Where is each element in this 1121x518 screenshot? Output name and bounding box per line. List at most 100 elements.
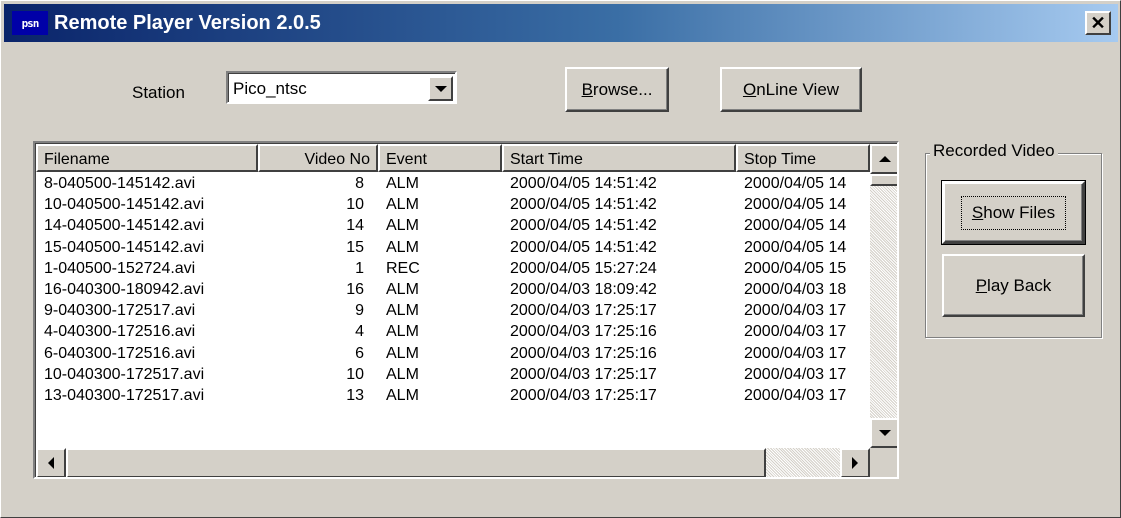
table-row[interactable]: 15-040500-145142.avi 15 ALM 2000/04/05 14:5… (36, 237, 870, 258)
station-label: Station (132, 83, 185, 102)
table-cell: 2000/04/03 17 (744, 302, 847, 320)
scroll-left-button[interactable] (36, 448, 66, 477)
table-cell: ALM (386, 175, 419, 192)
table-cell: 6 (355, 344, 364, 362)
table-cell: 4-040300-172516.avi (44, 323, 196, 341)
table-row[interactable]: 14-040500-145142.avi 14 ALM 2000/04/05 14:5… (36, 215, 870, 236)
list-rows: 8-040500-145142.avi 8 ALM 2000/04/05 14:51:… (36, 173, 870, 406)
column-header-video-no[interactable]: Video No (258, 144, 378, 172)
table-cell: ALM (386, 196, 419, 214)
main-window: psn Remote Player Version 2.0.5 ✕ Statio… (0, 0, 1121, 518)
column-header-event[interactable]: Event (378, 144, 502, 172)
close-button[interactable]: ✕ (1085, 11, 1111, 35)
scroll-right-button[interactable] (840, 448, 870, 477)
window-title: Remote Player Version 2.0.5 (54, 11, 321, 34)
table-cell: 2000/04/05 14 (744, 175, 847, 192)
table-cell: 8-040500-145142.avi (44, 175, 196, 192)
scroll-down-button[interactable] (870, 418, 897, 448)
table-cell: 2000/04/05 14:51:42 (510, 175, 657, 192)
table-row[interactable]: 16-040300-180942.avi 16 ALM 2000/04/03 18:0… (36, 279, 870, 300)
table-cell: 15-040500-145142.avi (44, 238, 205, 256)
table-cell: 2000/04/03 18 (744, 280, 847, 298)
table-cell: 1 (355, 259, 364, 277)
table-cell: 9-040300-172517.avi (44, 302, 196, 320)
table-cell: 2000/04/03 17:25:16 (510, 323, 657, 341)
table-cell: 10-040300-172517.avi (44, 365, 205, 383)
table-row[interactable]: 1-040500-152724.avi 1 REC 2000/04/05 15:27:… (36, 258, 870, 279)
show-files-button[interactable]: Show Files (941, 180, 1086, 245)
recorded-files-list[interactable]: Filename Video No Event Start Time Stop … (33, 141, 899, 479)
table-cell: 4 (355, 323, 364, 341)
table-cell: 10-040500-145142.avi (44, 196, 205, 214)
horizontal-scroll-thumb[interactable] (66, 448, 766, 477)
table-row[interactable]: 4-040300-172516.avi 4 ALM 2000/04/03 17:25:… (36, 321, 870, 342)
table-cell: 13-040300-172517.avi (44, 386, 205, 404)
table-cell: 14 (346, 217, 364, 235)
list-header: Filename Video No Event Start Time Stop … (36, 144, 870, 172)
table-row[interactable]: 9-040300-172517.avi 9 ALM 2000/04/03 17:25:… (36, 300, 870, 321)
table-cell: 2000/04/03 17 (744, 323, 847, 341)
table-row[interactable]: 10-040300-172517.avi 10 ALM 2000/04/03 17:2… (36, 364, 870, 385)
column-header-stop-time[interactable]: Stop Time (736, 144, 870, 172)
table-cell: 8 (355, 175, 364, 192)
arrow-left-icon (48, 457, 54, 469)
table-cell: ALM (386, 365, 419, 383)
table-cell: 13 (346, 386, 364, 404)
arrow-down-icon (879, 430, 891, 436)
station-selected-value: Pico_ntsc (233, 79, 307, 98)
title-bar[interactable]: psn Remote Player Version 2.0.5 ✕ (4, 4, 1118, 42)
table-cell: 14-040500-145142.avi (44, 217, 205, 235)
station-dropdown[interactable]: Pico_ntsc (226, 71, 457, 104)
table-cell: ALM (386, 386, 419, 404)
browse-button-label: Browse... (581, 79, 653, 99)
table-cell: ALM (386, 238, 419, 256)
recorded-video-group-label: Recorded Video (930, 141, 1058, 161)
show-files-button-label: Show Files (960, 195, 1067, 230)
table-row[interactable]: 6-040300-172516.avi 6 ALM 2000/04/03 17:25:… (36, 343, 870, 364)
table-cell: 10 (346, 196, 364, 214)
table-cell: REC (386, 259, 420, 277)
table-cell: 2000/04/03 17:25:16 (510, 344, 657, 362)
table-cell: 2000/04/05 14 (744, 238, 847, 256)
table-cell: 2000/04/03 17:25:17 (510, 302, 657, 320)
table-cell: ALM (386, 302, 419, 320)
dropdown-arrow-button[interactable] (428, 76, 453, 101)
horizontal-scrollbar[interactable] (36, 448, 870, 477)
online-view-button-label: OnLine View (742, 79, 840, 99)
table-cell: 2000/04/05 14 (744, 217, 847, 235)
vertical-scroll-thumb[interactable] (870, 174, 897, 186)
arrow-up-icon (879, 156, 891, 162)
app-icon: psn (12, 11, 48, 35)
chevron-down-icon (434, 85, 447, 92)
table-cell: 2000/04/05 14:51:42 (510, 196, 657, 214)
table-cell: 2000/04/05 15:27:24 (510, 259, 657, 277)
table-cell: 2000/04/03 17 (744, 386, 847, 404)
table-cell: 2000/04/03 17 (744, 344, 847, 362)
table-cell: 2000/04/03 17:25:17 (510, 386, 657, 404)
play-back-button-label: Play Back (975, 275, 1052, 295)
table-cell: 16 (346, 280, 364, 298)
column-header-start-time[interactable]: Start Time (502, 144, 736, 172)
arrow-right-icon (852, 457, 858, 469)
online-view-button[interactable]: OnLine View (720, 67, 862, 112)
table-cell: 1-040500-152724.avi (44, 259, 196, 277)
table-row[interactable]: 10-040500-145142.avi 10 ALM 2000/04/05 14:5… (36, 194, 870, 215)
table-cell: 10 (346, 365, 364, 383)
table-cell: ALM (386, 344, 419, 362)
table-row[interactable]: 8-040500-145142.avi 8 ALM 2000/04/05 14:51:… (36, 173, 870, 194)
table-cell: ALM (386, 323, 419, 341)
play-back-button[interactable]: Play Back (942, 254, 1085, 317)
vertical-scrollbar[interactable] (870, 144, 897, 448)
table-cell: 15 (346, 238, 364, 256)
table-row[interactable]: 13-040300-172517.avi 13 ALM 2000/04/03 17:2… (36, 385, 870, 406)
browse-button[interactable]: Browse... (565, 67, 669, 112)
table-cell: 9 (355, 302, 364, 320)
table-cell: 16-040300-180942.avi (44, 280, 205, 298)
table-cell: 2000/04/05 14:51:42 (510, 238, 657, 256)
table-cell: 2000/04/05 14 (744, 196, 847, 214)
scrollbar-corner (870, 448, 897, 477)
column-header-filename[interactable]: Filename (36, 144, 258, 172)
scroll-up-button[interactable] (870, 144, 897, 174)
table-cell: ALM (386, 280, 419, 298)
table-cell: 2000/04/03 18:09:42 (510, 280, 657, 298)
